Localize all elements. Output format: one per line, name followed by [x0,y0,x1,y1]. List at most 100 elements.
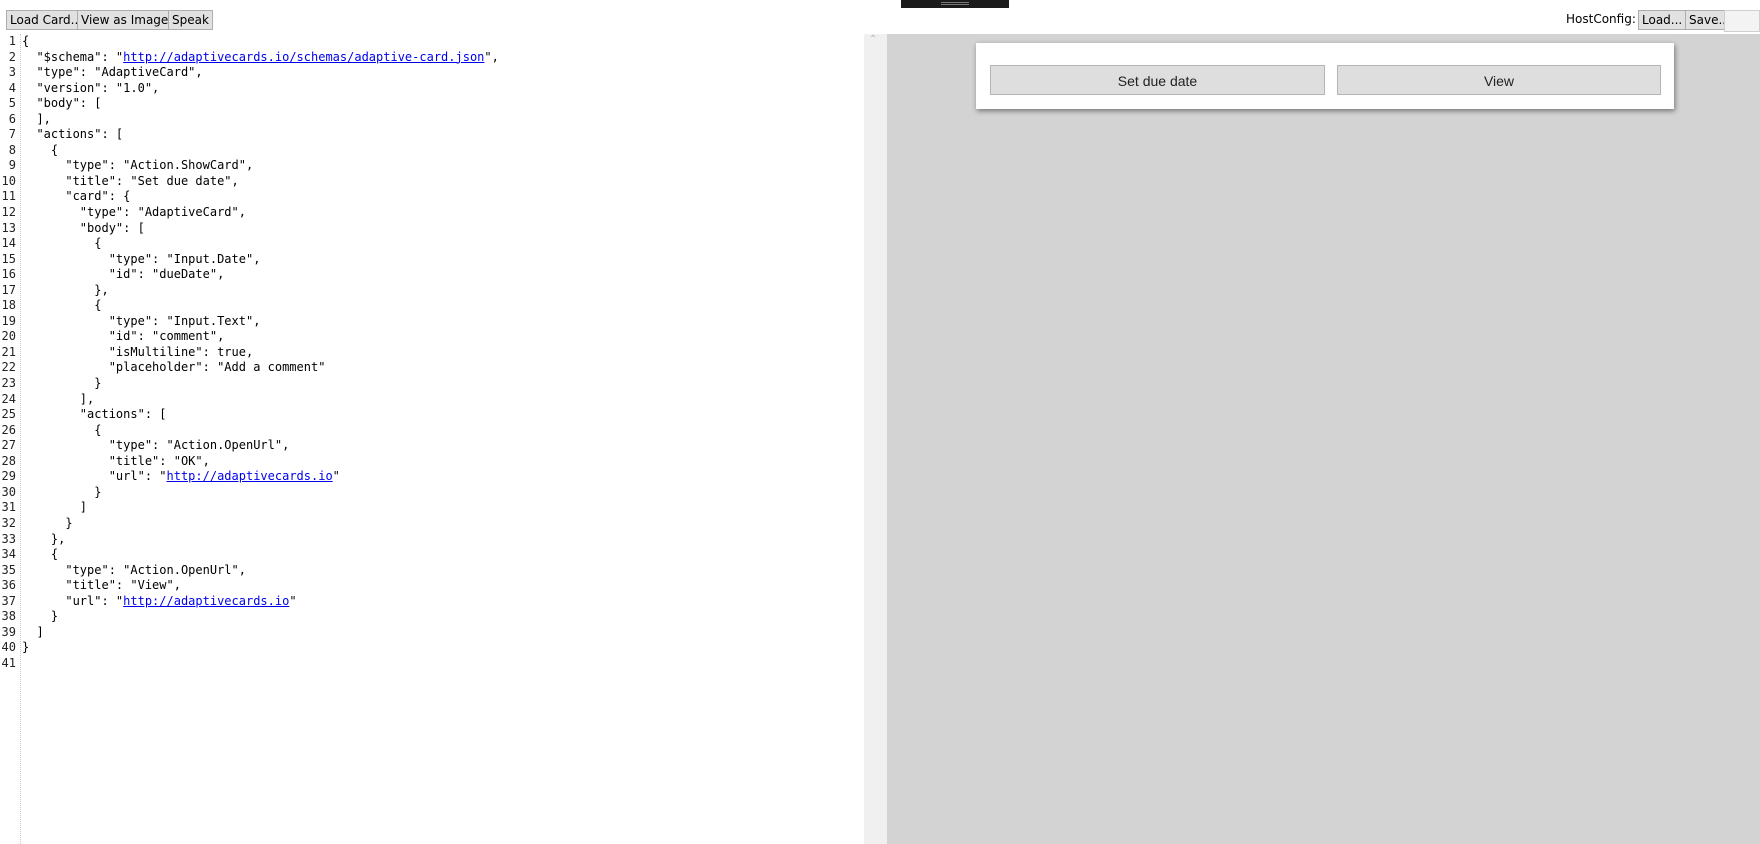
line-number: 37 [1,593,16,608]
code-line: 30 } [0,485,499,501]
code-text: }, [22,531,66,546]
code-line: 31 ] [0,500,499,516]
line-number: 12 [1,205,16,220]
code-text: ] [22,500,88,515]
card-preview-pane: Set due date View [887,34,1760,844]
code-line: 6 ], [0,112,499,128]
line-number: 24 [1,391,16,406]
code-text: "id": "comment", [22,329,225,344]
code-text: "actions": [ [22,127,124,142]
url-link[interactable]: http://adaptivecards.io [123,594,289,608]
code-text: "placeholder": "Add a comment" [22,360,326,375]
code-text: "url": "http://adaptivecards.io" [22,593,297,608]
line-number: 30 [1,484,16,499]
hostconfig-load-button[interactable]: Load... [1638,10,1687,30]
url-link[interactable]: http://adaptivecards.io/schemas/adaptive… [123,50,484,64]
line-number: 2 [8,49,16,64]
line-number: 33 [1,531,16,546]
code-text: "type": "Action.OpenUrl", [22,438,290,453]
code-text: "title": "Set due date", [22,173,239,188]
line-number: 3 [8,65,16,80]
code-text: "type": "AdaptiveCard", [22,65,203,80]
grip-line [941,4,969,5]
code-text: "type": "AdaptiveCard", [22,205,246,220]
line-number: 20 [1,329,16,344]
code-text: { [22,142,59,157]
code-line: 25 "actions": [ [0,407,499,423]
line-number: 10 [1,173,16,188]
code-line: 15 "type": "Input.Date", [0,252,499,268]
json-editor[interactable]: 1{2 "$schema": "http://adaptivecards.io/… [0,34,864,844]
line-number: 8 [8,142,16,157]
line-number: 14 [1,236,16,251]
line-number: 27 [1,438,16,453]
line-number: 11 [1,189,16,204]
line-number: 41 [1,655,16,670]
code-line: 4 "version": "1.0", [0,81,499,97]
code-line: 36 "title": "View", [0,578,499,594]
code-line: 12 "type": "AdaptiveCard", [0,205,499,221]
line-number: 34 [1,547,16,562]
line-number: 7 [8,127,16,142]
code-line: 38 } [0,609,499,625]
code-text: } [22,515,73,530]
url-link[interactable]: http://adaptivecards.io [167,469,333,483]
code-line: 21 "isMultiline": true, [0,345,499,361]
view-button[interactable]: View [1337,65,1661,95]
line-number: 36 [1,578,16,593]
line-number: 35 [1,562,16,577]
code-text: { [22,236,102,251]
line-number: 28 [1,453,16,468]
code-line: 22 "placeholder": "Add a comment" [0,360,499,376]
line-number: 5 [8,96,16,111]
code-line: 18 { [0,298,499,314]
line-number: 15 [1,251,16,266]
code-lines: 1{2 "$schema": "http://adaptivecards.io/… [0,34,499,671]
code-text: "title": "View", [22,578,181,593]
line-number: 4 [8,80,16,95]
code-line: 34 { [0,547,499,563]
code-line: 41 [0,656,499,672]
code-text: ], [22,391,95,406]
code-text: { [22,547,59,562]
scroll-up-icon[interactable]: ⌃ [869,34,877,45]
code-text: } [22,640,30,655]
code-line: 9 "type": "Action.ShowCard", [0,158,499,174]
line-number: 1 [8,34,16,48]
line-number: 23 [1,376,16,391]
line-number: 29 [1,469,16,484]
line-number: 26 [1,422,16,437]
code-text: "type": "Input.Text", [22,313,261,328]
line-number: 6 [8,111,16,126]
code-line: 39 ] [0,625,499,641]
line-number: 40 [1,640,16,655]
line-number: 25 [1,407,16,422]
code-text: "$schema": "http://adaptivecards.io/sche… [22,49,499,64]
truncated-toolbar-control[interactable] [1724,10,1760,32]
line-number: 21 [1,344,16,359]
line-number: 13 [1,220,16,235]
code-text: "type": "Action.ShowCard", [22,158,254,173]
code-text: "card": { [22,189,131,204]
load-card-button[interactable]: Load Card... [6,10,87,30]
code-line: 33 }, [0,532,499,548]
code-text: "version": "1.0", [22,80,160,95]
speak-button[interactable]: Speak [168,10,213,30]
code-text: ] [22,624,44,639]
hostconfig-label: HostConfig: [1566,12,1636,26]
code-line: 29 "url": "http://adaptivecards.io" [0,469,499,485]
code-line: 14 { [0,236,499,252]
view-as-image-button[interactable]: View as Image [77,10,173,30]
code-text: { [22,298,102,313]
code-line: 1{ [0,34,499,50]
set-due-date-button[interactable]: Set due date [990,65,1325,95]
code-text: "isMultiline": true, [22,344,254,359]
window-drag-handle[interactable] [901,0,1009,8]
code-text: "title": "OK", [22,453,210,468]
code-line: 11 "card": { [0,189,499,205]
code-line: 10 "title": "Set due date", [0,174,499,190]
code-text: "type": "Input.Date", [22,251,261,266]
line-number: 16 [1,267,16,282]
editor-scrollbar[interactable]: ⌃ [864,34,887,844]
line-number: 19 [1,313,16,328]
